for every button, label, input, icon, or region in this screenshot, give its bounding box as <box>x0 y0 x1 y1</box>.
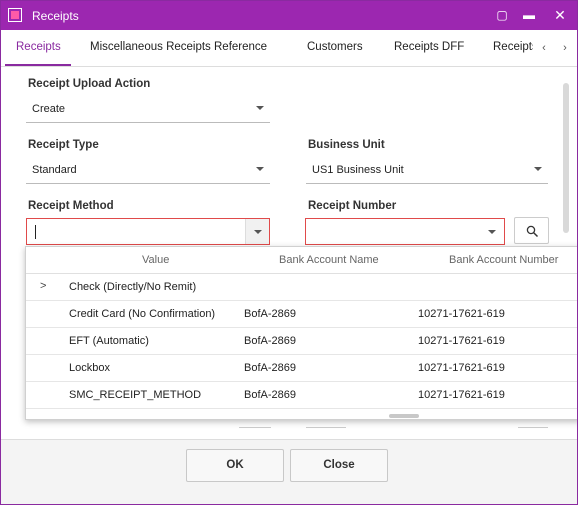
tab-receipts[interactable]: Receipts <box>5 30 71 66</box>
column-header-bank-account-name: Bank Account Name <box>279 254 379 266</box>
tab-bar: Receipts Miscellaneous Receipts Referenc… <box>1 30 577 67</box>
receipt-method-input[interactable] <box>26 218 270 245</box>
hidden-field-underline <box>239 427 271 428</box>
upload-action-select[interactable]: Create <box>26 97 270 123</box>
close-icon[interactable]: ✕ <box>549 5 571 25</box>
receipt-number-search-button[interactable] <box>514 217 549 244</box>
close-button[interactable]: Close <box>290 449 388 482</box>
ok-button[interactable]: OK <box>186 449 284 482</box>
column-header-bank-account-number: Bank Account Number <box>449 254 559 266</box>
chevron-down-icon <box>254 230 262 234</box>
receipt-type-label: Receipt Type <box>28 139 99 151</box>
list-item-bank-account-number: 10271-17621-619 <box>418 308 505 320</box>
chevron-down-icon <box>256 167 264 171</box>
chevron-down-icon <box>256 106 264 110</box>
list-item-bank-account-name: BofA-2869 <box>244 308 296 320</box>
tab-misc-receipts-reference[interactable]: Miscellaneous Receipts Reference <box>90 30 267 66</box>
list-item[interactable]: SMC_RECEIPT_METHOD BofA-2869 10271-17621… <box>26 382 577 409</box>
receipt-method-list[interactable]: Value Bank Account Name Bank Account Num… <box>25 246 577 420</box>
search-icon <box>526 225 539 238</box>
chevron-down-icon <box>534 167 542 171</box>
title-bar: Receipts ▢ ▬ ✕ <box>1 1 577 30</box>
tab-receipts-dff[interactable]: Receipts DFF <box>394 30 464 66</box>
business-unit-select[interactable]: US1 Business Unit <box>306 158 548 184</box>
list-item-value: Credit Card (No Confirmation) <box>69 308 216 320</box>
receipts-window: Receipts ▢ ▬ ✕ Receipts Miscellaneous Re… <box>0 0 578 505</box>
scroll-tabs-right-icon[interactable]: › <box>558 41 572 55</box>
hidden-field-underline <box>306 427 346 428</box>
upload-action-value: Create <box>32 103 66 115</box>
upload-action-label: Receipt Upload Action <box>28 78 151 90</box>
list-item-value: SMC_RECEIPT_METHOD <box>69 389 202 401</box>
list-item-bank-account-number: 10271-17621-619 <box>418 362 505 374</box>
receipt-method-dropdown-button[interactable] <box>245 219 269 244</box>
list-item-value: Lockbox <box>69 362 110 374</box>
minimize-icon[interactable]: ▬ <box>518 5 540 25</box>
list-item-bank-account-name: BofA-2869 <box>244 389 296 401</box>
list-item[interactable]: Lockbox BofA-2869 10271-17621-619 <box>26 355 577 382</box>
list-item[interactable]: > Check (Directly/No Remit) <box>26 274 577 301</box>
receipt-method-label: Receipt Method <box>28 200 114 212</box>
list-item[interactable]: EFT (Automatic) BofA-2869 10271-17621-61… <box>26 328 577 355</box>
list-item[interactable]: Credit Card (No Confirmation) BofA-2869 … <box>26 301 577 328</box>
chevron-down-icon[interactable] <box>488 230 496 234</box>
tab-customers[interactable]: Customers <box>307 30 363 66</box>
horizontal-scrollbar[interactable] <box>389 414 419 418</box>
tab-overflow: Receipts <box>493 30 533 66</box>
text-cursor <box>35 225 36 239</box>
business-unit-value: US1 Business Unit <box>312 164 404 176</box>
restore-down-icon[interactable]: ▢ <box>491 5 513 25</box>
list-item-bank-account-number: 10271-17621-619 <box>418 389 505 401</box>
receipt-type-value: Standard <box>32 164 77 176</box>
scroll-tabs-left-icon[interactable]: ‹ <box>537 41 551 55</box>
receipt-number-label: Receipt Number <box>308 200 397 212</box>
list-item-bank-account-name: BofA-2869 <box>244 362 296 374</box>
list-item-value: EFT (Automatic) <box>69 335 149 347</box>
list-item-value: Check (Directly/No Remit) <box>69 281 197 293</box>
business-unit-label: Business Unit <box>308 139 385 151</box>
hidden-field-underline <box>518 427 548 428</box>
vertical-scrollbar[interactable] <box>563 83 569 233</box>
tab-receipts-overflow[interactable]: Receipts <box>493 30 533 66</box>
window-title: Receipts <box>32 9 79 23</box>
app-icon <box>8 8 22 22</box>
list-item-bank-account-name: BofA-2869 <box>244 335 296 347</box>
dialog-footer: OK Close <box>1 439 577 504</box>
chevron-right-icon[interactable]: > <box>40 280 46 292</box>
receipt-number-input[interactable] <box>305 218 505 245</box>
column-header-value: Value <box>142 254 170 266</box>
list-item-bank-account-number: 10271-17621-619 <box>418 335 505 347</box>
receipt-type-select[interactable]: Standard <box>26 158 270 184</box>
list-header: Value Bank Account Name Bank Account Num… <box>26 247 577 274</box>
